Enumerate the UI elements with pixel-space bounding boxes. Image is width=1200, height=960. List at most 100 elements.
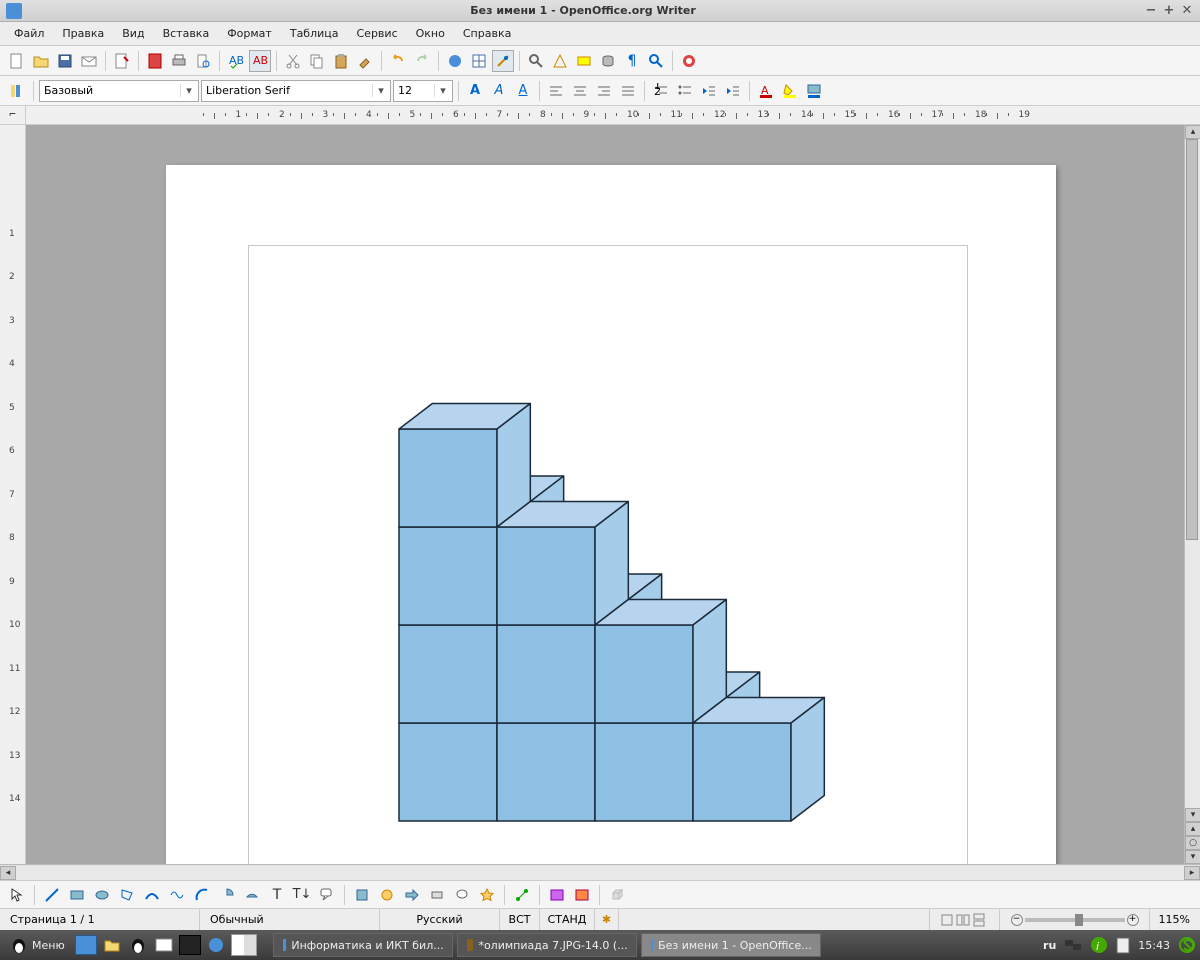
vertical-text-tool[interactable]: T↓ xyxy=(291,884,313,906)
status-view-buttons[interactable] xyxy=(930,909,1000,930)
zoom-slider[interactable] xyxy=(1025,918,1125,922)
paragraph-style-combo[interactable]: Базовый ▾ xyxy=(39,80,199,102)
keyboard-layout-indicator[interactable]: ru xyxy=(1043,939,1056,952)
menu-edit[interactable]: Правка xyxy=(54,24,112,43)
freeform-tool[interactable] xyxy=(166,884,188,906)
symbol-shapes-tool[interactable] xyxy=(376,884,398,906)
vertical-ruler[interactable]: 1234567891011121314 xyxy=(0,125,26,864)
new-button[interactable] xyxy=(6,50,28,72)
ellipse-tool[interactable] xyxy=(91,884,113,906)
points-tool[interactable] xyxy=(511,884,533,906)
select-tool[interactable] xyxy=(6,884,28,906)
align-right-button[interactable] xyxy=(593,80,615,102)
extrusion-tool[interactable] xyxy=(606,884,628,906)
status-pagestyle[interactable]: Обычный xyxy=(200,909,380,930)
nav-target-icon[interactable]: ○ xyxy=(1185,836,1200,850)
underline-button[interactable]: A xyxy=(512,80,534,102)
menu-insert[interactable]: Вставка xyxy=(155,24,218,43)
bold-button[interactable]: A xyxy=(464,80,486,102)
zoom-control[interactable] xyxy=(1000,909,1150,930)
callout-tool[interactable] xyxy=(316,884,338,906)
undo-button[interactable] xyxy=(387,50,409,72)
page[interactable] xyxy=(166,165,1056,864)
navigator-button[interactable] xyxy=(549,50,571,72)
scroll-right-icon[interactable]: ▸ xyxy=(1184,866,1200,880)
task-app-1[interactable]: *олимпиада 7.JPG-14.0 (... xyxy=(457,933,637,957)
scroll-up-icon[interactable]: ▴ xyxy=(1185,125,1200,139)
paste-button[interactable] xyxy=(330,50,352,72)
menu-file[interactable]: Файл xyxy=(6,24,52,43)
hyperlink-button[interactable] xyxy=(444,50,466,72)
scroll-left-icon[interactable]: ◂ xyxy=(0,866,16,880)
cubes-drawing[interactable] xyxy=(379,351,939,864)
chevron-down-icon[interactable]: ▾ xyxy=(180,84,194,97)
start-menu[interactable]: Меню xyxy=(4,936,71,954)
show-draw-button[interactable] xyxy=(492,50,514,72)
edit-doc-button[interactable] xyxy=(111,50,133,72)
mail-icon[interactable] xyxy=(153,935,175,955)
clipboard-tray-icon[interactable] xyxy=(1116,936,1130,954)
font-name-combo[interactable]: Liberation Serif ▾ xyxy=(201,80,391,102)
horizontal-ruler[interactable]: 12345678910111213141516171819 xyxy=(26,106,1200,124)
table-button[interactable] xyxy=(468,50,490,72)
print-button[interactable] xyxy=(168,50,190,72)
export-pdf-button[interactable] xyxy=(144,50,166,72)
spellcheck-button[interactable]: ABC xyxy=(225,50,247,72)
basic-shapes-tool[interactable] xyxy=(351,884,373,906)
info-icon[interactable]: i xyxy=(1090,936,1108,954)
menu-tools[interactable]: Сервис xyxy=(349,24,406,43)
nav-next-icon[interactable]: ▾ xyxy=(1185,850,1200,864)
maximize-icon[interactable]: + xyxy=(1162,4,1176,18)
chevron-down-icon[interactable]: ▾ xyxy=(434,84,448,97)
pie-tool[interactable] xyxy=(216,884,238,906)
file-manager-icon[interactable] xyxy=(101,935,123,955)
bullet-list-button[interactable] xyxy=(674,80,696,102)
scroll-down-icon[interactable]: ▾ xyxy=(1185,808,1200,822)
email-button[interactable] xyxy=(78,50,100,72)
menu-help[interactable]: Справка xyxy=(455,24,519,43)
save-button[interactable] xyxy=(54,50,76,72)
network-icon[interactable] xyxy=(1064,937,1082,953)
help-button[interactable] xyxy=(678,50,700,72)
task-app-2[interactable]: Без имени 1 - OpenOffice... xyxy=(641,933,821,957)
pager-icon[interactable] xyxy=(231,934,257,956)
minimize-icon[interactable]: − xyxy=(1144,4,1158,18)
nonprinting-button[interactable]: ¶ xyxy=(621,50,643,72)
decrease-indent-button[interactable] xyxy=(698,80,720,102)
polygon-tool[interactable] xyxy=(116,884,138,906)
open-button[interactable] xyxy=(30,50,52,72)
callouts-tool[interactable] xyxy=(451,884,473,906)
line-tool[interactable] xyxy=(41,884,63,906)
show-desktop-icon[interactable] xyxy=(75,935,97,955)
copy-button[interactable] xyxy=(306,50,328,72)
web-icon[interactable] xyxy=(205,935,227,955)
stars-tool[interactable] xyxy=(476,884,498,906)
curve-tool[interactable] xyxy=(141,884,163,906)
format-paintbrush-button[interactable] xyxy=(354,50,376,72)
horizontal-scrollbar[interactable]: ◂ ▸ xyxy=(0,864,1200,880)
find-button[interactable] xyxy=(525,50,547,72)
graphic-frame[interactable] xyxy=(248,245,968,864)
from-file-tool[interactable] xyxy=(571,884,593,906)
rectangle-tool[interactable] xyxy=(66,884,88,906)
status-selection[interactable]: СТАНД xyxy=(540,909,595,930)
vertical-scrollbar[interactable]: ▴ ▾ ▴ ○ ▾ xyxy=(1184,125,1200,864)
increase-indent-button[interactable] xyxy=(722,80,744,102)
font-size-combo[interactable]: 12 ▾ xyxy=(393,80,453,102)
status-zoom[interactable]: 115% xyxy=(1150,909,1200,930)
numbered-list-button[interactable]: 12 xyxy=(650,80,672,102)
redo-button[interactable] xyxy=(411,50,433,72)
text-tool[interactable]: T xyxy=(266,884,288,906)
styles-button[interactable] xyxy=(6,80,28,102)
status-insert[interactable]: ВСТ xyxy=(500,909,540,930)
preview-button[interactable] xyxy=(192,50,214,72)
background-color-button[interactable] xyxy=(803,80,825,102)
document-area[interactable] xyxy=(26,125,1184,864)
italic-button[interactable]: A xyxy=(488,80,510,102)
zoom-handle[interactable] xyxy=(1075,914,1083,926)
task-app-0[interactable]: Информатика и ИКТ бил... xyxy=(273,933,453,957)
flowchart-tool[interactable] xyxy=(426,884,448,906)
close-icon[interactable]: ✕ xyxy=(1180,4,1194,18)
highlight-color-button[interactable] xyxy=(779,80,801,102)
clock[interactable]: 15:43 xyxy=(1138,939,1170,952)
